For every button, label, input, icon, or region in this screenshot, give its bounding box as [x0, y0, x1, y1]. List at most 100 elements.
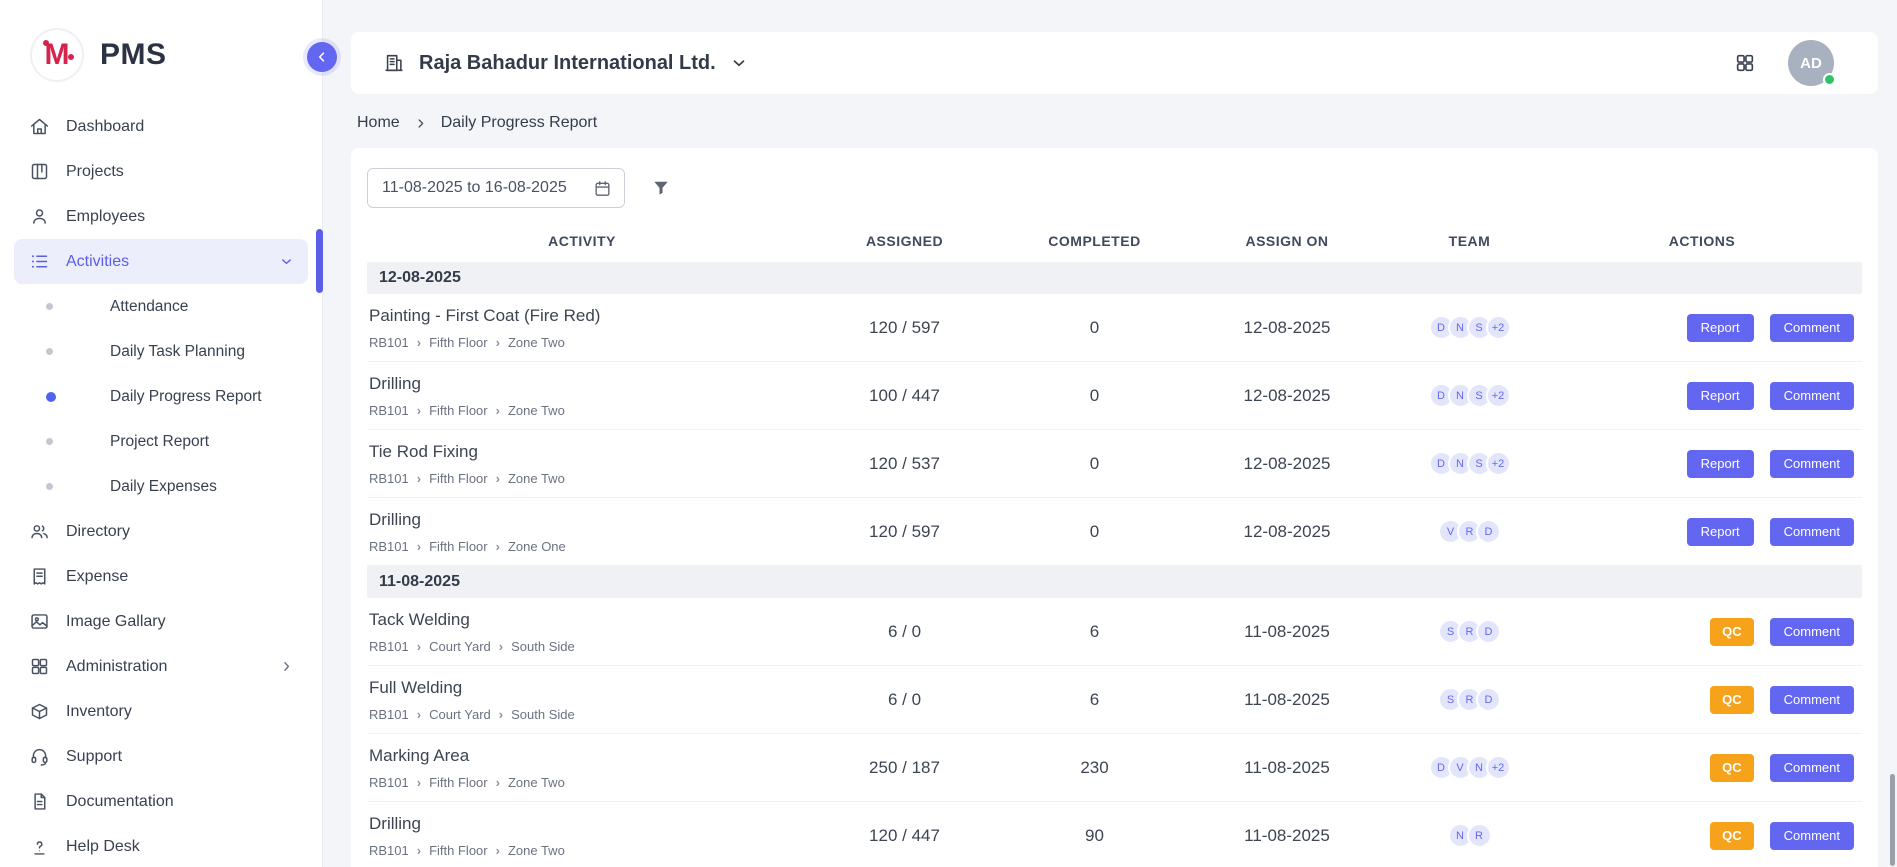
bullet-icon [46, 483, 53, 490]
sidebar-item-administration[interactable]: Administration [14, 644, 308, 689]
comment-button[interactable]: Comment [1770, 314, 1854, 342]
column-header-actions: ACTIONS [1542, 233, 1862, 249]
activity-name: Drilling [369, 814, 797, 834]
comment-button[interactable]: Comment [1770, 382, 1854, 410]
sidebar-subitem-project-report[interactable]: Project Report [0, 419, 322, 464]
active-indicator [316, 229, 323, 293]
path-segment: Zone Two [508, 775, 565, 790]
chevron-right-icon: › [499, 708, 503, 721]
calendar-icon [593, 179, 612, 198]
report-button[interactable]: Report [1687, 450, 1754, 478]
comment-button[interactable]: Comment [1770, 618, 1854, 646]
chevron-right-icon: › [417, 336, 421, 349]
qc-button[interactable]: QC [1710, 686, 1754, 714]
sidebar-item-label: Help Desk [66, 838, 140, 856]
chevron-down-icon [730, 54, 748, 72]
activity-location-path: RB101›Fifth Floor›Zone Two [369, 335, 797, 350]
sidebar-item-expense[interactable]: Expense [14, 554, 308, 599]
sidebar-subitem-daily-expenses[interactable]: Daily Expenses [0, 464, 322, 509]
sidebar-item-image-gallary[interactable]: Image Gallary [14, 599, 308, 644]
chevron-right-icon [414, 117, 427, 130]
grid-icon [28, 656, 50, 678]
content-card: 11-08-2025 to 16-08-2025 ACTIVITY ASSIGN… [351, 148, 1878, 867]
activity-location-path: RB101›Fifth Floor›Zone One [369, 539, 797, 554]
activity-location-path: RB101›Fifth Floor›Zone Two [369, 403, 797, 418]
comment-button[interactable]: Comment [1770, 450, 1854, 478]
assign-on-date: 12-08-2025 [1177, 522, 1397, 542]
online-status-dot [1823, 73, 1836, 86]
team-avatar[interactable]: D [1476, 619, 1501, 644]
assigned-value: 250 / 187 [797, 758, 1012, 778]
report-button[interactable]: Report [1687, 314, 1754, 342]
funnel-icon [651, 178, 671, 198]
report-button[interactable]: Report [1687, 382, 1754, 410]
logo-icon: M [30, 28, 84, 82]
comment-button[interactable]: Comment [1770, 686, 1854, 714]
path-segment: Zone Two [508, 335, 565, 350]
assigned-value: 120 / 537 [797, 454, 1012, 474]
sidebar-subitem-attendance[interactable]: Attendance [0, 284, 322, 329]
logo: M PMS [0, 0, 322, 104]
sidebar-item-dashboard[interactable]: Dashboard [14, 104, 308, 149]
sidebar-item-employees[interactable]: Employees [14, 194, 308, 239]
activity-name: Full Welding [369, 678, 797, 698]
user-avatar[interactable]: AD [1788, 40, 1834, 86]
assigned-value: 6 / 0 [797, 622, 1012, 642]
sidebar-item-inventory[interactable]: Inventory [14, 689, 308, 734]
document-icon [28, 791, 50, 813]
report-button[interactable]: Report [1687, 518, 1754, 546]
sidebar-item-activities[interactable]: Activities [14, 239, 308, 284]
activity-cell: DrillingRB101›Fifth Floor›Zone Two [367, 374, 797, 418]
chevron-right-icon: › [417, 404, 421, 417]
date-range-input[interactable]: 11-08-2025 to 16-08-2025 [367, 168, 625, 208]
sidebar-item-label: Employees [66, 208, 145, 226]
sidebar-item-directory[interactable]: Directory [14, 509, 308, 554]
sidebar-item-help-desk[interactable]: Help Desk [14, 824, 308, 867]
comment-button[interactable]: Comment [1770, 754, 1854, 782]
team-more-avatar[interactable]: +2 [1486, 383, 1511, 408]
sidebar-subitem-daily-task-planning[interactable]: Daily Task Planning [0, 329, 322, 374]
comment-button[interactable]: Comment [1770, 822, 1854, 850]
vertical-scrollbar[interactable] [1890, 774, 1895, 866]
assigned-value: 120 / 597 [797, 522, 1012, 542]
sidebar-item-documentation[interactable]: Documentation [14, 779, 308, 824]
company-selector[interactable]: Raja Bahadur International Ltd. [383, 52, 748, 75]
qc-button[interactable]: QC [1710, 754, 1754, 782]
headset-icon [28, 746, 50, 768]
path-segment: Fifth Floor [429, 471, 488, 486]
filter-button[interactable] [651, 178, 671, 198]
activity-location-path: RB101›Fifth Floor›Zone Two [369, 471, 797, 486]
assign-on-date: 11-08-2025 [1177, 622, 1397, 642]
path-segment: RB101 [369, 707, 409, 722]
team-more-avatar[interactable]: +2 [1486, 755, 1511, 780]
breadcrumb-home[interactable]: Home [357, 114, 400, 132]
sidebar-nav: Dashboard Projects Employees Activities [0, 104, 322, 867]
activity-cell: Marking AreaRB101›Fifth Floor›Zone Two [367, 746, 797, 790]
team-avatar[interactable]: R [1467, 823, 1492, 848]
sidebar-item-projects[interactable]: Projects [14, 149, 308, 194]
column-header-assigned: ASSIGNED [797, 233, 1012, 249]
chevron-right-icon: › [417, 776, 421, 789]
team-avatar[interactable]: D [1476, 687, 1501, 712]
table-row: DrillingRB101›Fifth Floor›Zone Two120 / … [367, 802, 1862, 867]
team-more-avatar[interactable]: +2 [1486, 315, 1511, 340]
chevron-right-icon: › [496, 336, 500, 349]
sidebar-subitem-daily-progress-report[interactable]: Daily Progress Report [0, 374, 322, 419]
bullet-icon [46, 348, 53, 355]
sidebar-item-label: Activities [66, 253, 129, 271]
list-icon [28, 251, 50, 273]
qc-button[interactable]: QC [1710, 618, 1754, 646]
sidebar-item-support[interactable]: Support [14, 734, 308, 779]
team-avatar[interactable]: D [1476, 519, 1501, 544]
apps-grid-button[interactable] [1734, 52, 1756, 74]
team-more-avatar[interactable]: +2 [1486, 451, 1511, 476]
qc-button[interactable]: QC [1710, 822, 1754, 850]
chevron-right-icon: › [417, 640, 421, 653]
chevron-right-icon: › [417, 472, 421, 485]
team-avatars: DNS+2 [1397, 451, 1542, 476]
filter-toolbar: 11-08-2025 to 16-08-2025 [367, 168, 1862, 208]
main-area: Raja Bahadur International Ltd. AD H [323, 0, 1897, 867]
comment-button[interactable]: Comment [1770, 518, 1854, 546]
path-segment: Fifth Floor [429, 403, 488, 418]
sidebar-collapse-button[interactable] [307, 42, 337, 72]
